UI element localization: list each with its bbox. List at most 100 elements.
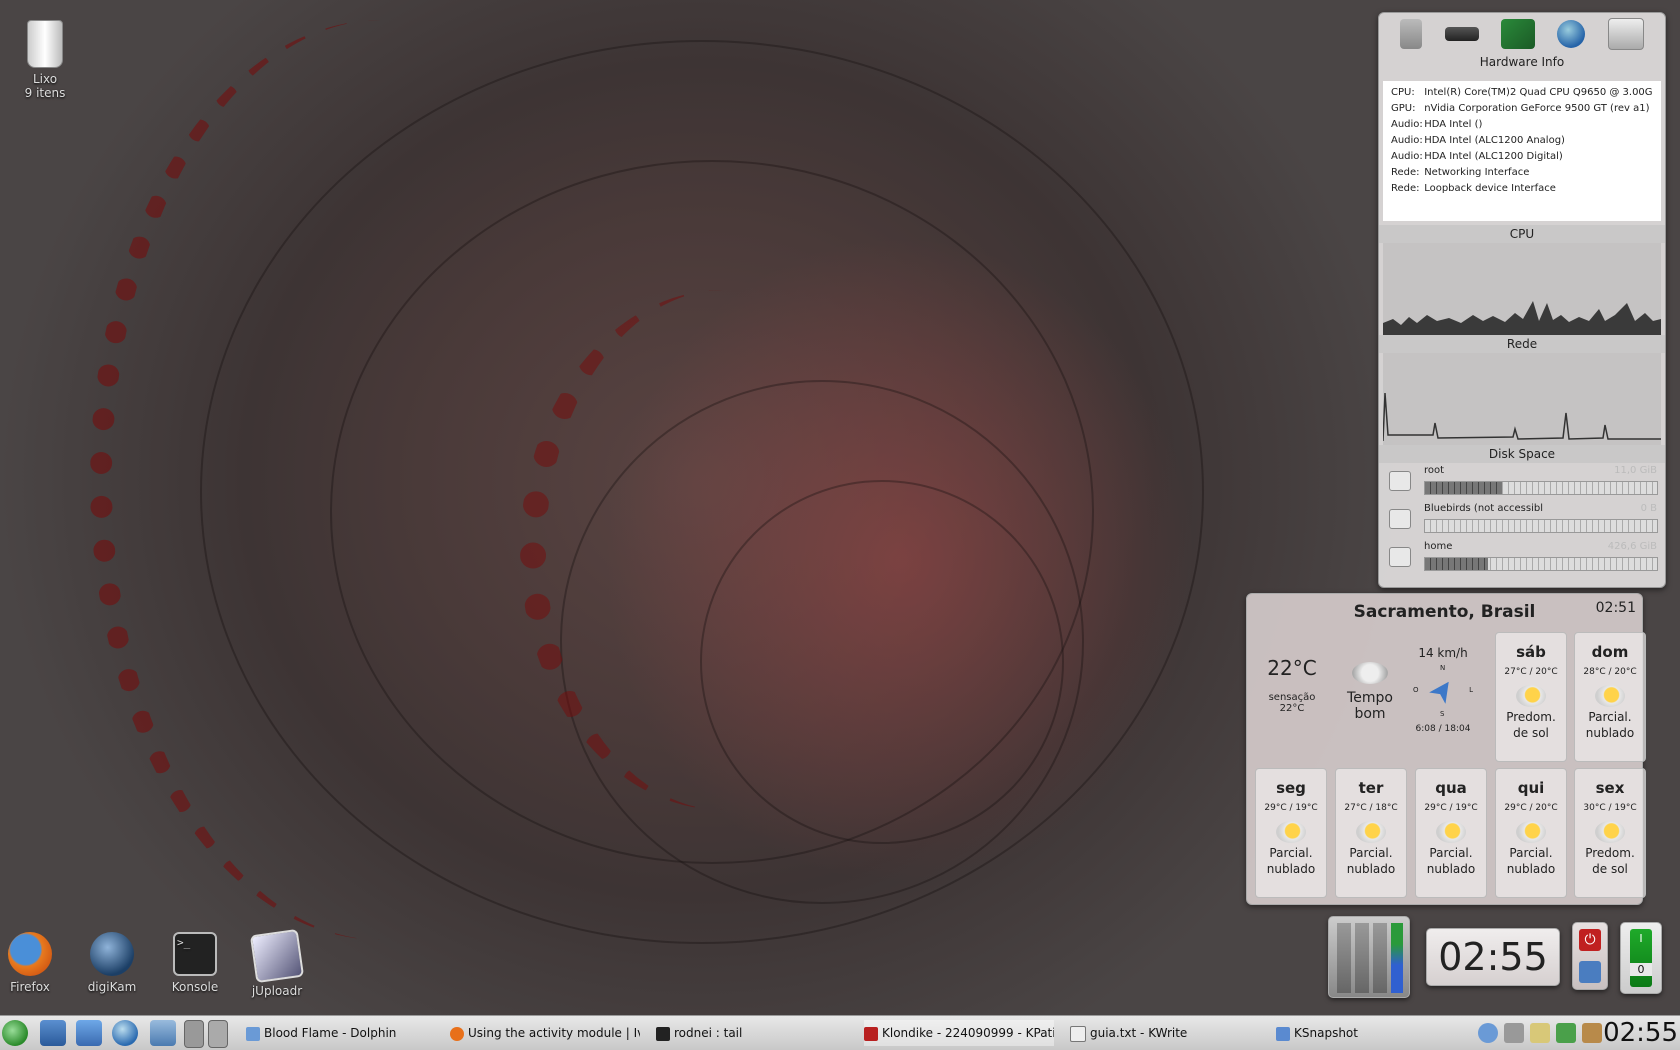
- desktop-icon-juploadr[interactable]: jUploadr: [237, 928, 317, 998]
- wallpaper-swirl: [200, 40, 1204, 944]
- hardware-info-row: Rede: Loopback device Interface: [1391, 183, 1556, 194]
- desktop-pager-icon[interactable]: [40, 1020, 66, 1046]
- forecast-day-name: sáb: [1516, 643, 1546, 661]
- forecast-condition-1: Parcial.: [1269, 846, 1313, 860]
- virtual-desktop-2[interactable]: [208, 1020, 228, 1048]
- forecast-temps: 29°C / 20°C: [1504, 803, 1558, 813]
- memory-icon[interactable]: [1400, 19, 1423, 49]
- disk-usage-fill: [1425, 558, 1488, 570]
- desktop-icon-digikam[interactable]: digiKam: [72, 932, 152, 994]
- forecast-day: sex 30°C / 19°C Predom. de sol: [1574, 768, 1646, 898]
- forecast-condition-1: Parcial.: [1429, 846, 1473, 860]
- updates-icon[interactable]: [1556, 1023, 1576, 1043]
- hardware-info-row: Audio: HDA Intel (ALC1200 Analog): [1391, 135, 1565, 146]
- weather-updated-time: 02:51: [1595, 600, 1636, 616]
- kde-menu-icon[interactable]: [2, 1020, 28, 1046]
- network-monitor-icon[interactable]: [1478, 1023, 1498, 1043]
- pci-card-icon[interactable]: [1500, 19, 1535, 49]
- cpu-graph-title: CPU: [1379, 225, 1665, 243]
- wind-block: 14 km/h N S O L 6:08 / 18:04: [1407, 646, 1479, 734]
- task-terminal[interactable]: rodnei : tail: [656, 1020, 846, 1046]
- taskbar-clock[interactable]: 02:55: [1603, 1018, 1678, 1048]
- forecast-temps: 27°C / 18°C: [1344, 803, 1398, 813]
- forecast-temps: 28°C / 20°C: [1583, 667, 1637, 677]
- network-icon[interactable]: [150, 1020, 176, 1046]
- forecast-temps: 30°C / 19°C: [1583, 803, 1637, 813]
- task-firefox[interactable]: Using the activity module | Ivan: [450, 1020, 640, 1046]
- switch-on-label: I: [1639, 932, 1643, 945]
- compass: N S O L: [1413, 664, 1473, 720]
- compass-s: S: [1440, 710, 1445, 718]
- forecast-condition-2: de sol: [1513, 726, 1549, 740]
- task-label: guia.txt - KWrite: [1090, 1026, 1188, 1040]
- power-icon[interactable]: ⏻: [1579, 929, 1601, 951]
- desktop-icon-trash[interactable]: Lixo 9 itens: [5, 20, 85, 100]
- package-icon[interactable]: [1582, 1023, 1602, 1043]
- forecast-condition-1: Predom.: [1506, 710, 1556, 724]
- disk-name: root: [1424, 465, 1445, 476]
- volume-icon[interactable]: [1504, 1023, 1524, 1043]
- juploadr-icon: [249, 928, 305, 984]
- load-bar: [1337, 923, 1351, 993]
- hardware-info-widget: Hardware Info CPU: Intel(R) Core(TM)2 Qu…: [1378, 12, 1666, 588]
- wind-arrow-icon: [1429, 676, 1457, 704]
- task-ksnapshot[interactable]: KSnapshot: [1276, 1020, 1466, 1046]
- forecast-day: seg 29°C / 19°C Parcial. nublado: [1255, 768, 1327, 898]
- disk-name: Bluebirds (not accessibl: [1424, 503, 1543, 514]
- browser-globe-icon[interactable]: [112, 1020, 138, 1046]
- desktop-icon-konsole[interactable]: >_ Konsole: [155, 932, 235, 994]
- task-kwrite[interactable]: guia.txt - KWrite: [1070, 1020, 1260, 1046]
- clipboard-icon[interactable]: [1530, 1023, 1550, 1043]
- forecast-condition-2: nublado: [1585, 726, 1635, 740]
- hardware-info-row: CPU: Intel(R) Core(TM)2 Quad CPU Q9650 @…: [1391, 87, 1653, 98]
- forecast-condition-2: de sol: [1592, 862, 1628, 876]
- digikam-icon: [90, 932, 134, 976]
- forecast-condition-2: nublado: [1346, 862, 1396, 876]
- desktop-icon-label: Konsole: [171, 980, 219, 994]
- forecast-day: dom 28°C / 20°C Parcial. nublado: [1574, 632, 1646, 762]
- cpu-graph: [1383, 243, 1661, 335]
- sun-cloud-icon: [1356, 821, 1386, 843]
- compass-n: N: [1440, 664, 1446, 672]
- trash-icon: [27, 20, 63, 68]
- terminal-icon: >_: [173, 932, 217, 976]
- drive-icon[interactable]: [1607, 18, 1644, 50]
- drive-icon: [1389, 509, 1411, 529]
- system-load-meter[interactable]: [1328, 916, 1410, 998]
- forecast-day-name: qua: [1435, 779, 1467, 797]
- desktop-icon-firefox[interactable]: Firefox: [0, 932, 70, 994]
- load-bar: [1373, 923, 1387, 993]
- file-manager-icon[interactable]: [76, 1020, 102, 1046]
- drive-icon: [1389, 471, 1411, 491]
- forecast-condition-2: nublado: [1506, 862, 1556, 876]
- disk-space-title: Disk Space: [1379, 445, 1665, 463]
- camera-icon: [1276, 1026, 1290, 1041]
- condition-line-2: bom: [1354, 706, 1386, 722]
- digital-clock-widget[interactable]: 02:55: [1426, 928, 1560, 986]
- hardware-title: Hardware Info: [1479, 55, 1565, 69]
- hardware-info-row: GPU: nVidia Corporation GeForce 9500 GT …: [1391, 103, 1650, 114]
- forecast-condition-2: nublado: [1266, 862, 1316, 876]
- hardware-info-row: Rede: Networking Interface: [1391, 167, 1530, 178]
- task-dolphin[interactable]: Blood Flame - Dolphin: [246, 1020, 436, 1046]
- task-label: KSnapshot: [1294, 1026, 1358, 1040]
- forecast-day: qui 29°C / 20°C Parcial. nublado: [1495, 768, 1567, 898]
- toggle-switch[interactable]: I 0: [1630, 929, 1652, 987]
- weather-location: Sacramento, Brasil: [1353, 602, 1536, 622]
- task-klondike[interactable]: Klondike - 224090999 - KPatie: [864, 1020, 1054, 1046]
- disk-size: 0 B: [1640, 503, 1657, 514]
- network-globe-icon[interactable]: [1557, 20, 1586, 48]
- toggle-switch-widget[interactable]: I 0: [1620, 922, 1662, 994]
- digital-clock-time: 02:55: [1438, 935, 1548, 979]
- lock-icon[interactable]: [1579, 961, 1601, 983]
- desktop-icon-label: Firefox: [10, 980, 50, 994]
- forecast-day-name: sex: [1595, 779, 1625, 797]
- disk-entry-bluebirds: Bluebirds (not accessibl 0 B: [1379, 501, 1665, 539]
- hardware-info-row: Audio: HDA Intel (ALC1200 Digital): [1391, 151, 1563, 162]
- sunrise-sunset: 6:08 / 18:04: [1415, 724, 1471, 734]
- forecast-day: qua 29°C / 19°C Parcial. nublado: [1415, 768, 1487, 898]
- forecast-temps: 29°C / 19°C: [1424, 803, 1478, 813]
- harddisk-icon[interactable]: [1444, 27, 1479, 41]
- virtual-desktop-1[interactable]: [184, 1020, 204, 1048]
- disk-entry-root: root 11,0 GiB: [1379, 463, 1665, 501]
